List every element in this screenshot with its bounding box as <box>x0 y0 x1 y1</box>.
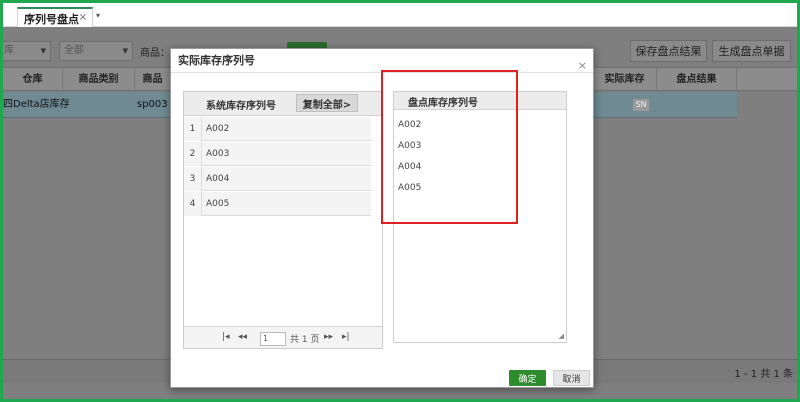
prev-page-icon[interactable]: ◂◂ <box>238 332 247 342</box>
tab-more-icon[interactable]: ▾ <box>96 11 100 20</box>
dialog-title: 实际库存序列号 <box>178 54 255 67</box>
category-select-value: 全部 <box>64 45 84 56</box>
sn-badge[interactable]: SN <box>633 99 649 111</box>
serial-value: A005 <box>206 199 230 209</box>
grid-pager: |◂ ◂◂ 1 共 1 页 ▸▸ ▸| <box>184 326 382 348</box>
generate-document-button[interactable]: 生成盘点单据 <box>712 40 791 62</box>
next-page-icon[interactable]: ▸▸ <box>324 332 333 342</box>
table-row[interactable]: 4 A005 <box>184 192 371 216</box>
serial-dialog: 实际库存序列号 × 系统库存序列号 复制全部> 1 A002 2 A003 3 … <box>170 48 594 388</box>
column-warehouse[interactable]: 仓库 <box>3 68 63 91</box>
app-frame: 序列号盘点 × ▾ 库 ▼ 全部 ▼ 商品： 保存盘点结果 生成盘点单据 仓库 … <box>0 0 800 402</box>
resize-handle-icon[interactable]: ◢ <box>559 332 564 340</box>
warehouse-select-value: 库 <box>4 45 14 56</box>
row-number: 2 <box>184 142 202 166</box>
system-serial-grid: 系统库存序列号 复制全部> 1 A002 2 A003 3 A004 4 A00… <box>183 91 383 349</box>
row-number: 3 <box>184 167 202 191</box>
row-number: 1 <box>184 117 202 141</box>
last-page-icon[interactable]: ▸| <box>342 332 350 342</box>
table-row[interactable]: 2 A003 <box>184 142 371 166</box>
cancel-button[interactable]: 取消 <box>553 370 590 386</box>
serial-value: A004 <box>206 174 230 184</box>
row-number: 4 <box>184 192 202 216</box>
page-input[interactable]: 1 <box>260 332 286 346</box>
serial-value: A003 <box>206 149 230 159</box>
tab-bar: 序列号盘点 × ▾ <box>3 3 797 28</box>
column-result[interactable]: 盘点结果 <box>657 68 737 91</box>
confirm-button[interactable]: 确定 <box>509 370 546 386</box>
tab-label: 序列号盘点 <box>24 12 79 26</box>
save-result-button[interactable]: 保存盘点结果 <box>630 40 707 62</box>
highlight-box <box>381 70 518 224</box>
first-page-icon[interactable]: |◂ <box>222 332 230 342</box>
system-grid-title: 系统库存序列号 <box>206 101 276 112</box>
column-product[interactable]: 商品 <box>135 68 171 91</box>
table-row[interactable]: 3 A004 <box>184 167 371 191</box>
product-label: 商品： <box>140 48 170 59</box>
copy-all-button[interactable]: 复制全部> <box>296 94 358 112</box>
serial-value: A002 <box>206 124 230 134</box>
tab-close-icon[interactable]: × <box>79 12 87 23</box>
cell-warehouse: 四Delta店库存 <box>3 99 70 110</box>
column-actual-stock[interactable]: 实际库存 <box>593 68 657 91</box>
column-category[interactable]: 商品类别 <box>63 68 135 91</box>
close-icon[interactable]: × <box>578 54 587 78</box>
record-count: 1 - 1 共 1 条 <box>734 369 793 380</box>
chevron-down-icon: ▼ <box>40 47 46 55</box>
warehouse-select[interactable]: 库 ▼ <box>3 41 51 61</box>
total-pages: 共 1 页 <box>290 335 320 345</box>
tab-serial-inventory[interactable]: 序列号盘点 × <box>17 7 93 28</box>
cell-product: sp003 <box>137 99 168 110</box>
system-grid-header: 系统库存序列号 复制全部> <box>184 92 382 116</box>
category-select[interactable]: 全部 ▼ <box>59 41 133 61</box>
table-row[interactable]: 1 A002 <box>184 117 371 141</box>
chevron-down-icon: ▼ <box>122 47 128 55</box>
